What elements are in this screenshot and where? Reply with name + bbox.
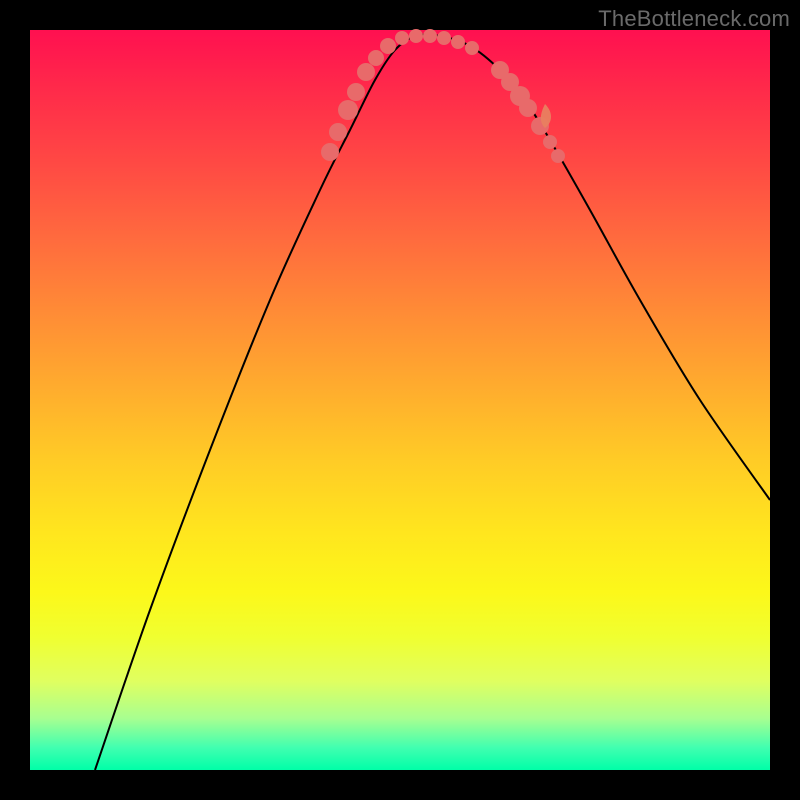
data-point-dot: [321, 143, 339, 161]
data-point-dot: [329, 123, 347, 141]
flame-icon: [541, 104, 551, 128]
data-point-dot: [357, 63, 375, 81]
data-point-dot: [395, 31, 409, 45]
data-point-dot: [338, 100, 358, 120]
data-point-dot: [423, 29, 437, 43]
data-point-dot: [551, 149, 565, 163]
bottleneck-curve-line: [95, 34, 770, 770]
data-point-markers: [321, 29, 565, 163]
bottleneck-chart: [30, 30, 770, 770]
watermark-text: TheBottleneck.com: [598, 6, 790, 32]
data-point-dot: [437, 31, 451, 45]
data-point-dot: [465, 41, 479, 55]
data-point-dot: [347, 83, 365, 101]
data-point-dot: [368, 50, 384, 66]
data-point-dot: [409, 29, 423, 43]
data-point-dot: [380, 38, 396, 54]
data-point-dot: [451, 35, 465, 49]
flame-annotation: [541, 104, 551, 128]
data-point-dot: [543, 135, 557, 149]
data-point-dot: [519, 99, 537, 117]
